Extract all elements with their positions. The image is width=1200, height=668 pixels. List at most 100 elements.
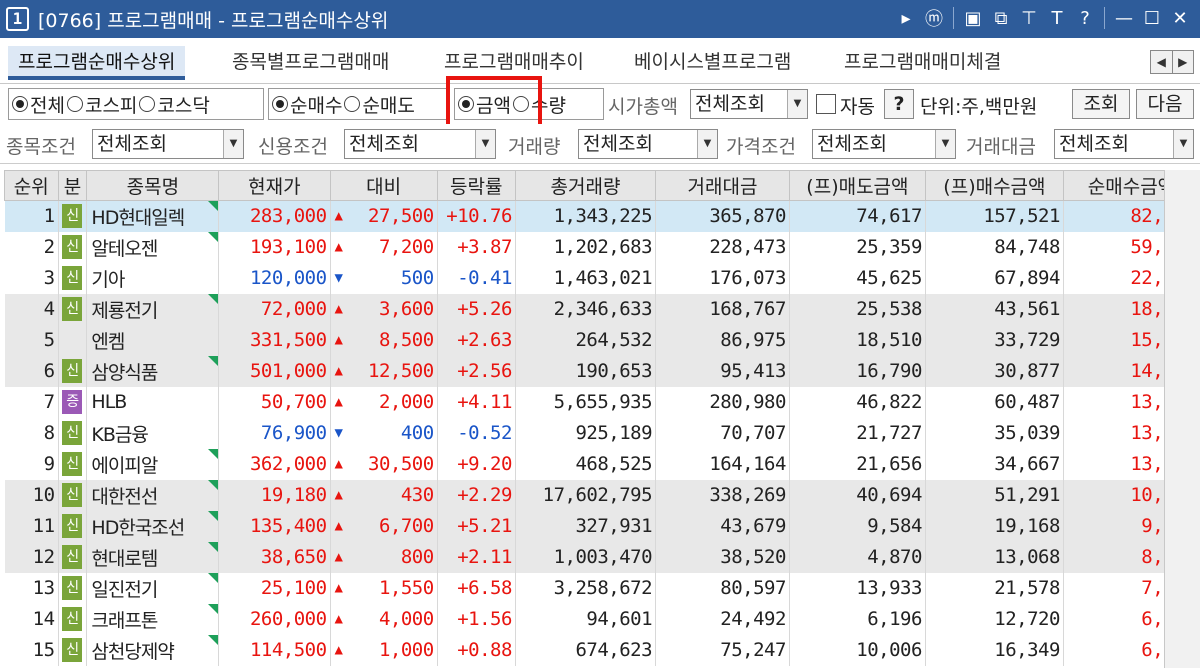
filter-select-credit[interactable]: 전체조회 ▼: [344, 129, 496, 159]
help-icon[interactable]: ?: [1071, 4, 1099, 32]
cell-sell-amount: 16,790: [789, 355, 926, 387]
window-icon[interactable]: ⧉: [987, 4, 1015, 32]
cell-stock-name[interactable]: 대한전선: [86, 479, 220, 511]
col-buy-amount[interactable]: (프)매수금액: [924, 170, 1064, 201]
cell-buy-amount: 34,667: [925, 448, 1064, 480]
tab-scroll-left-icon[interactable]: ◀: [1151, 51, 1172, 73]
cell-rank: 7: [4, 386, 59, 418]
table-row[interactable]: 6 신 삼양식품 501,000 ▲ 12,500 +2.56 190,653 95,413 16…: [4, 355, 1200, 387]
table-row[interactable]: 3 신 기아 120,000 ▼ 500 -0.41 1,463,021 176,073 45,6…: [4, 262, 1200, 294]
table-row[interactable]: 11 신 HD한국조선 135,400 ▲ 6,700 +5.21 327,931 43,679…: [4, 510, 1200, 542]
cell-stock-name[interactable]: 일진전기: [86, 572, 220, 604]
table-row[interactable]: 9 신 에이피알 362,000 ▲ 30,500 +9.20 468,525 164,164 2…: [4, 448, 1200, 480]
cell-stock-name[interactable]: 삼양식품: [86, 355, 220, 387]
col-rank[interactable]: 순위: [4, 170, 59, 201]
class-badge: 신: [62, 297, 83, 321]
col-rate[interactable]: 등락률: [436, 170, 516, 201]
cell-stock-name[interactable]: 기아: [86, 262, 220, 294]
cell-class: 신: [58, 572, 88, 604]
table-row[interactable]: 12 신 현대로템 38,650 ▲ 800 +2.11 1,003,470 38,520 4,8…: [4, 541, 1200, 573]
table-row[interactable]: 4 신 제룡전기 72,000 ▲ 3,600 +5.26 2,346,633 168,767 2…: [4, 293, 1200, 325]
cell-rate: -0.41: [437, 262, 516, 294]
window-number[interactable]: 1: [6, 7, 29, 31]
radio-market-kospi[interactable]: 코스피: [66, 91, 137, 118]
radio-market-kosdaq[interactable]: 코스닥: [139, 91, 210, 118]
chevron-down-icon: ▼: [1173, 130, 1193, 158]
table-row[interactable]: 10 신 대한전선 19,180 ▲ 430 +2.29 17,602,795 338,269 4…: [4, 479, 1200, 511]
cell-class: 신: [58, 603, 88, 635]
col-name[interactable]: 종목명: [86, 170, 220, 201]
table-row[interactable]: 2 신 알테오젠 193,100 ▲ 7,200 +3.87 1,202,683 228,473…: [4, 231, 1200, 263]
tab-program-trend[interactable]: 프로그램매매추이: [444, 46, 584, 80]
cell-stock-name[interactable]: 에이피알: [86, 448, 220, 480]
cell-rank: 12: [4, 541, 59, 573]
cell-stock-name[interactable]: HD현대일렉: [86, 200, 220, 232]
tab-scroll-right-icon[interactable]: ▶: [1171, 51, 1194, 73]
table-row[interactable]: 14 신 크래프톤 260,000 ▲ 4,000 +1.56 94,601 24,492 6,1…: [4, 603, 1200, 635]
radio-net-buy[interactable]: 순매수: [272, 91, 342, 118]
cell-stock-name[interactable]: KB금융: [86, 417, 220, 449]
next-button[interactable]: 다음: [1136, 89, 1194, 119]
corner-marker-icon: [208, 603, 218, 614]
col-class[interactable]: 분: [57, 170, 88, 201]
minimize-icon[interactable]: —: [1110, 4, 1138, 32]
play-icon[interactable]: ▸: [892, 4, 920, 32]
cell-rank: 2: [4, 231, 59, 263]
cell-stock-name[interactable]: HD한국조선: [86, 510, 220, 542]
cell-stock-name[interactable]: 삼천당제약: [86, 634, 220, 666]
layout-icon[interactable]: ▣: [959, 4, 987, 32]
table-row[interactable]: 1 신 HD현대일렉 283,000 ▲ 27,500 +10.76 1,343,225 365…: [4, 200, 1200, 232]
radio-market-all[interactable]: 전체: [12, 91, 65, 118]
cell-buy-amount: 13,068: [925, 541, 1064, 573]
cell-rank: 13: [4, 572, 59, 604]
col-amount[interactable]: 거래대금: [655, 170, 790, 201]
auto-checkbox[interactable]: [816, 94, 836, 114]
close-icon[interactable]: ✕: [1166, 4, 1194, 32]
radio-net-sell[interactable]: 순매도: [344, 91, 415, 118]
tab-program-unfilled[interactable]: 프로그램매매미체결: [844, 46, 1001, 80]
tab-program-net-buy-top[interactable]: 프로그램순매수상위: [8, 46, 186, 80]
table-row[interactable]: 13 신 일진전기 25,100 ▲ 1,550 +6.58 3,258,672 80,597 1…: [4, 572, 1200, 604]
table-row[interactable]: 8 신 KB금융 76,900 ▼ 400 -0.52 925,189 70,707 21,727…: [4, 417, 1200, 449]
cell-stock-name[interactable]: 엔켐: [86, 324, 220, 356]
col-price[interactable]: 현재가: [218, 170, 331, 201]
cell-diff: ▲ 2,000: [330, 386, 438, 418]
market-cap-select[interactable]: 전체조회 ▼: [690, 89, 808, 119]
cell-diff: ▲ 27,500: [330, 200, 438, 232]
help-button[interactable]: ?: [884, 89, 914, 119]
col-volume[interactable]: 총거래량: [514, 170, 657, 201]
font-icon[interactable]: T: [1043, 4, 1071, 32]
filter-select-volume[interactable]: 전체조회 ▼: [578, 129, 718, 159]
cell-stock-name[interactable]: 알테오젠: [86, 231, 220, 263]
tab-bar: 프로그램순매수상위 종목별프로그램매매 프로그램매매추이 베이시스별프로그램 프…: [0, 38, 1200, 84]
filter-select-stock[interactable]: 전체조회 ▼: [92, 129, 244, 159]
cell-volume: 925,189: [515, 417, 657, 449]
maximize-icon[interactable]: ☐: [1138, 4, 1166, 32]
pin-icon[interactable]: ⊤: [1015, 4, 1043, 32]
cell-stock-name[interactable]: 제룡전기: [86, 293, 220, 325]
title-bar: 1 [0766] 프로그램매매 - 프로그램순매수상위 ▸ ⓜ ▣ ⧉ ⊤ T? — ☐ ✕: [0, 0, 1200, 38]
cell-rate: +2.63: [437, 324, 516, 356]
cell-stock-name[interactable]: 현대로템: [86, 541, 220, 573]
cell-stock-name[interactable]: HLB: [86, 386, 220, 418]
filter-bar: 종목조건 전체조회 ▼ 신용조건 전체조회 ▼ 거래량 전체조회 ▼ 가격조건 전체조…: [0, 124, 1200, 164]
filter-select-amount[interactable]: 전체조회 ▼: [1054, 129, 1194, 159]
cell-rank: 6: [4, 355, 59, 387]
up-arrow-icon: ▲: [334, 642, 343, 658]
memo-icon[interactable]: ⓜ: [920, 4, 948, 32]
filter-select-price[interactable]: 전체조회 ▼: [812, 129, 956, 159]
class-badge: 신: [62, 545, 83, 569]
table-row[interactable]: 5 엔켐 331,500 ▲ 8,500 +2.63 264,532 86,975 18,510…: [4, 324, 1200, 356]
table-row[interactable]: 7 증 HLB 50,700 ▲ 2,000 +4.11 5,655,935 280,980 46…: [4, 386, 1200, 418]
tab-program-by-basis[interactable]: 베이시스별프로그램: [634, 46, 791, 80]
class-badge: 신: [62, 483, 83, 507]
query-button[interactable]: 조회: [1072, 89, 1130, 119]
table-row[interactable]: 15 신 삼천당제약 114,500 ▲ 1,000 +0.88 674,623 75,247 1…: [4, 634, 1200, 666]
tab-program-by-stock[interactable]: 종목별프로그램매매: [232, 46, 389, 80]
col-sell-amount[interactable]: (프)매도금액: [788, 170, 926, 201]
cell-stock-name[interactable]: 크래프톤: [86, 603, 220, 635]
vertical-scrollbar[interactable]: [1164, 170, 1200, 668]
col-diff[interactable]: 대비: [329, 170, 438, 201]
corner-marker-icon: [208, 479, 218, 490]
cell-rate: +9.20: [437, 448, 516, 480]
